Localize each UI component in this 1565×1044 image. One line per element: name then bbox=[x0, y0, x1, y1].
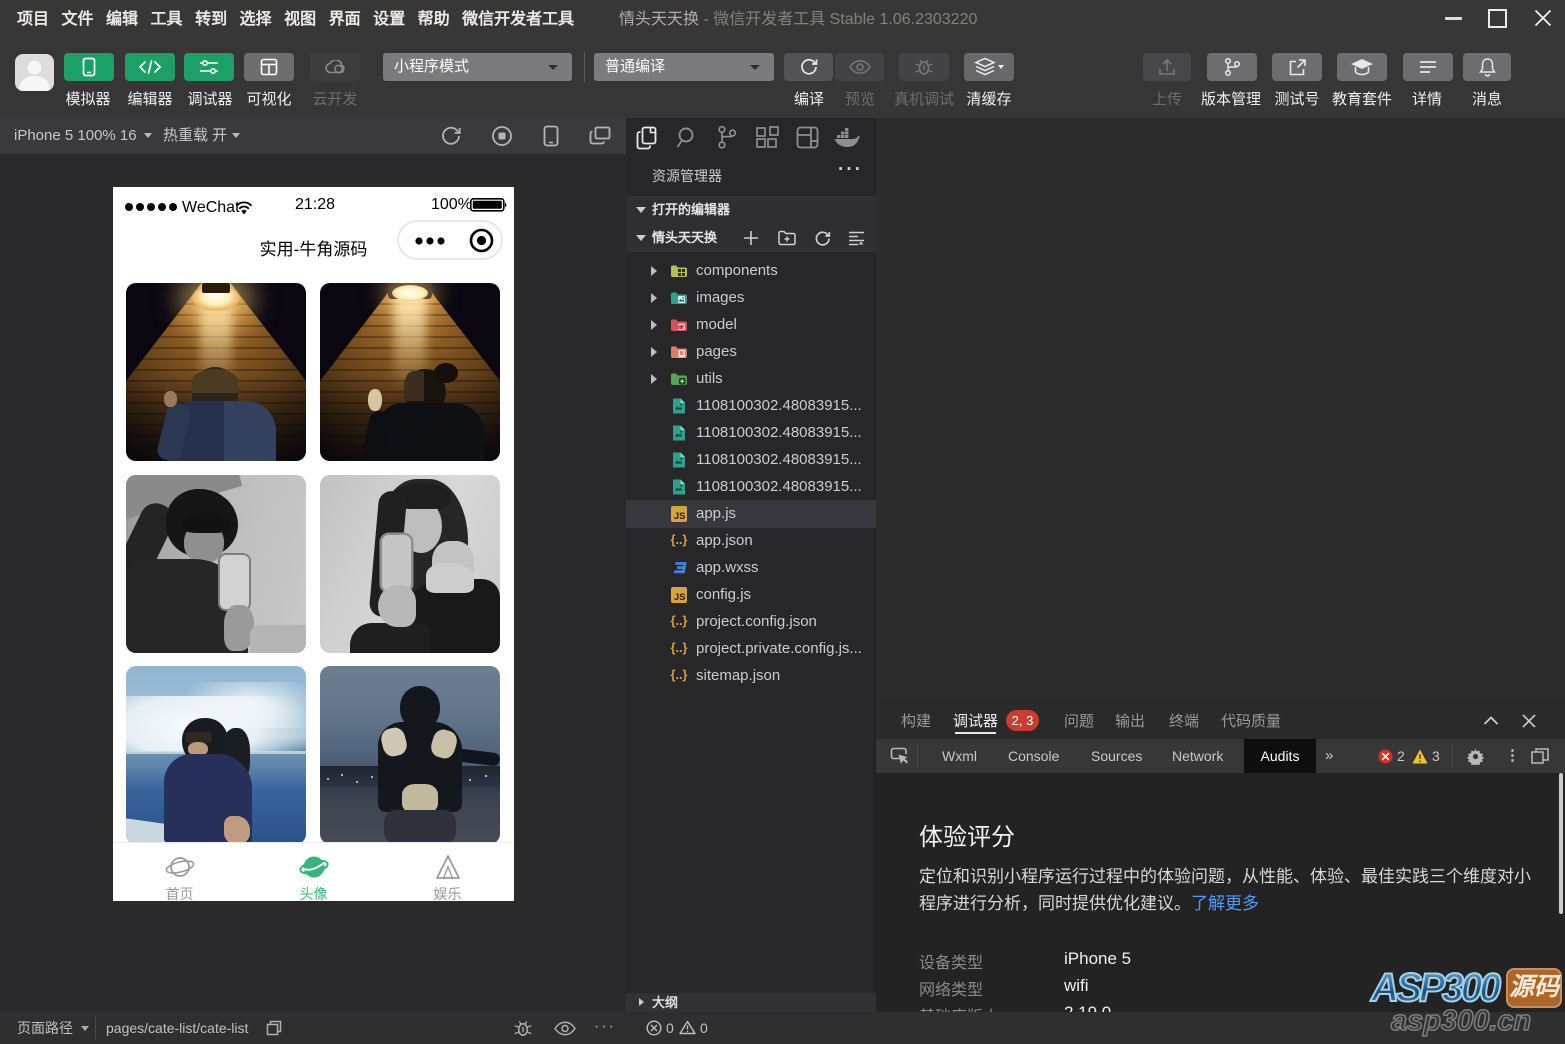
svg-text:WeChat: WeChat bbox=[182, 199, 240, 216]
